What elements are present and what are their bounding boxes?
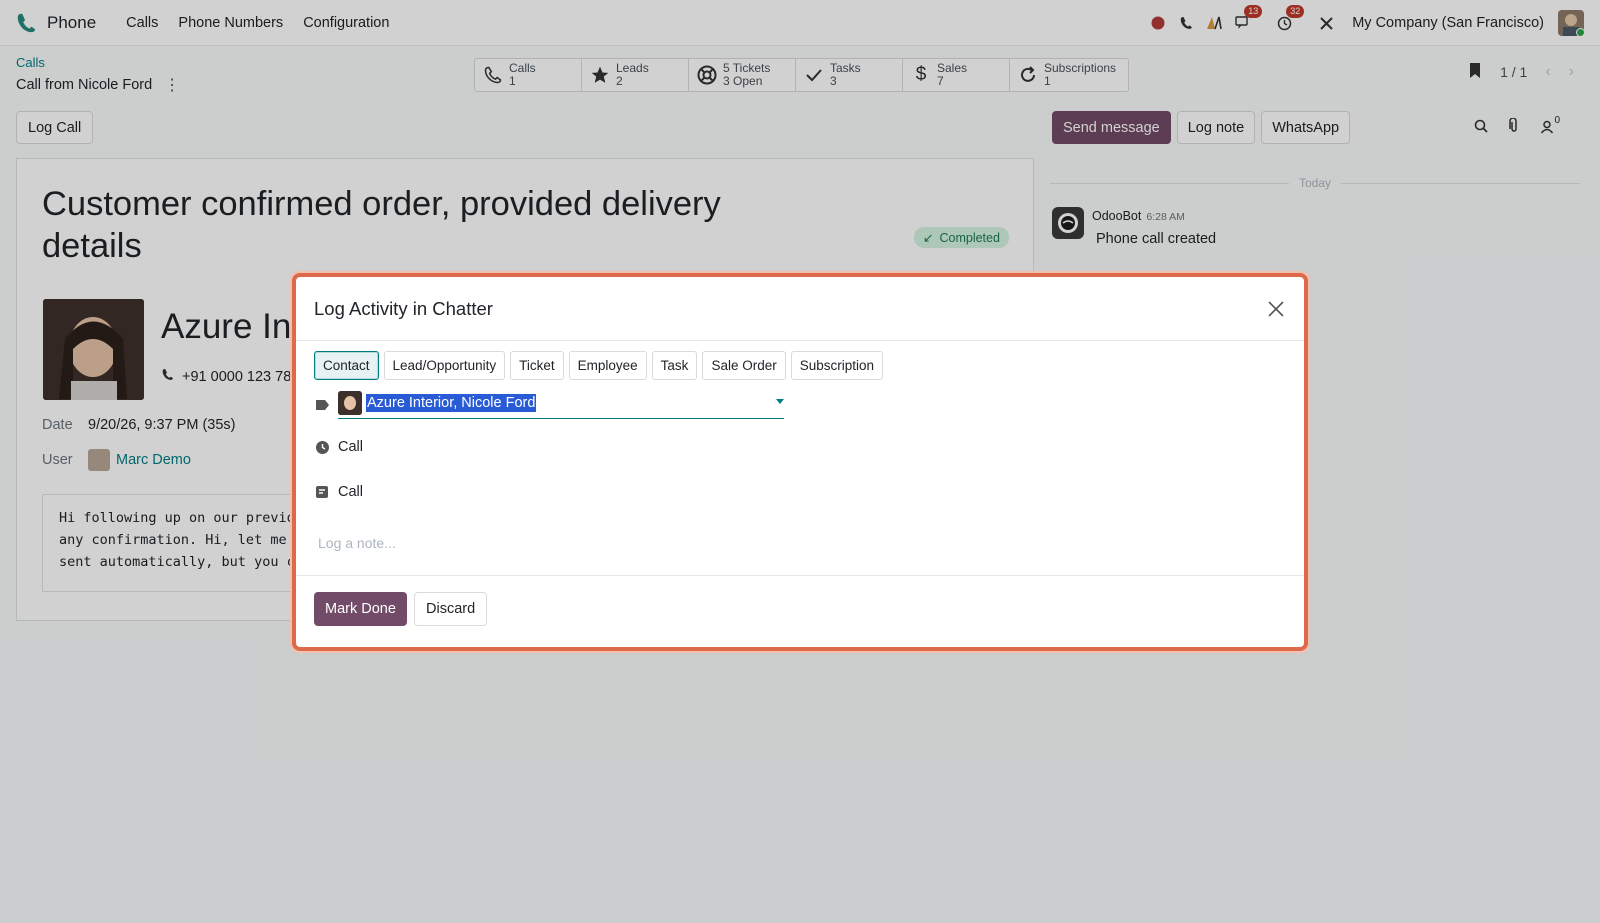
note-icon [314,484,330,500]
tab-subscription[interactable]: Subscription [790,351,884,380]
clock-icon [314,439,330,455]
tab-employee[interactable]: Employee [568,351,647,380]
summary-row: Call [314,484,363,500]
activity-type-value[interactable]: Call [338,439,363,455]
record-type-tabs: Contact Lead/Opportunity Ticket Employee… [314,351,884,380]
summary-value[interactable]: Call [338,484,363,500]
log-activity-dialog: Log Activity in Chatter Contact Lead/Opp… [292,273,1308,651]
close-icon[interactable] [1266,299,1286,319]
tag-icon [314,397,330,413]
tab-task[interactable]: Task [651,351,698,380]
record-value[interactable]: Azure Interior, Nicole Ford [366,394,537,412]
tab-lead-opportunity[interactable]: Lead/Opportunity [383,351,506,380]
tab-ticket[interactable]: Ticket [510,351,564,380]
mark-done-button[interactable]: Mark Done [314,592,407,626]
modal-footer: Mark Done Discard [296,575,1304,647]
record-avatar [338,391,362,415]
record-select[interactable]: Azure Interior, Nicole Ford [338,391,784,419]
discard-button[interactable]: Discard [414,592,488,626]
record-row: Azure Interior, Nicole Ford [314,391,784,419]
modal-header: Log Activity in Chatter [296,277,1304,341]
tab-contact[interactable]: Contact [314,351,379,380]
note-input[interactable]: Log a note... [318,535,396,551]
chevron-down-icon[interactable] [776,399,784,404]
modal-title: Log Activity in Chatter [314,297,493,319]
activity-type-row: Call [314,439,363,455]
tab-sale-order[interactable]: Sale Order [702,351,786,380]
